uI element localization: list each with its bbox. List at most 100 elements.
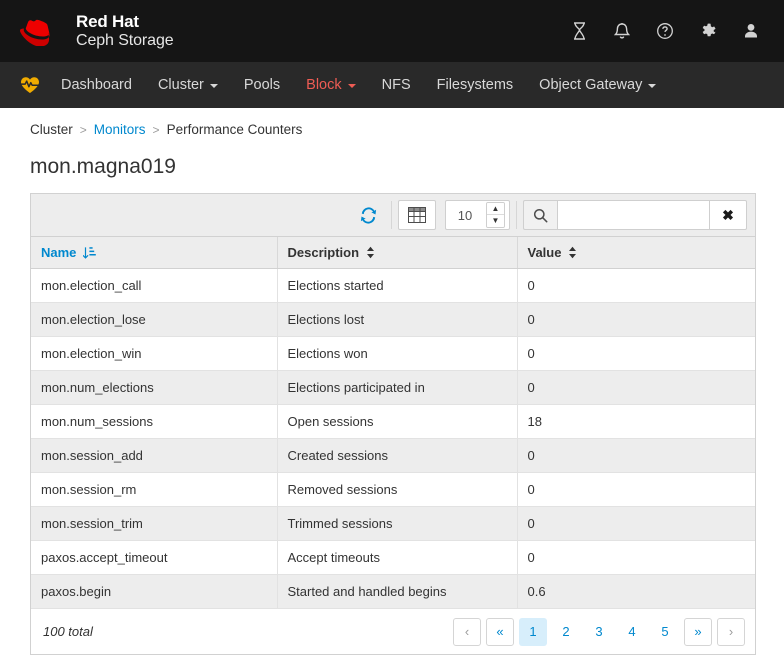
notifications-icon[interactable]	[611, 20, 633, 42]
nav-item-label: Block	[306, 77, 342, 93]
performance-counters-panel: ▲ ▼ ✖	[30, 193, 756, 655]
cell-name: mon.session_trim	[31, 506, 278, 541]
table-row[interactable]: mon.session_trim Trimmed sessions 0	[31, 506, 755, 541]
cell-description: Removed sessions	[277, 472, 518, 507]
search-box: ✖	[523, 200, 747, 230]
chevron-down-icon	[347, 84, 356, 88]
help-icon[interactable]	[654, 20, 676, 42]
red-hat-fedora-logo-icon	[20, 19, 50, 46]
pagination: ‹ « 1 2 3 4 5 » ›	[453, 617, 745, 646]
cell-name: mon.num_sessions	[31, 404, 278, 439]
table-row[interactable]: mon.num_sessions Open sessions 18	[31, 404, 755, 439]
nav-item-filesystems[interactable]: Filesystems	[424, 62, 527, 108]
pager-page-2[interactable]: 2	[552, 617, 580, 646]
page-size-spinner: ▲ ▼	[486, 202, 505, 228]
table-header-row: Name Description Value	[31, 237, 755, 269]
cell-value: 0	[517, 302, 755, 337]
pager-page-4[interactable]: 4	[618, 617, 646, 646]
masthead: Red Hat Ceph Storage	[0, 0, 784, 62]
cell-description: Trimmed sessions	[277, 506, 518, 541]
nav-item-block[interactable]: Block	[293, 62, 368, 108]
total-count-label: 100 total	[43, 624, 93, 639]
chevron-down-icon	[209, 84, 218, 88]
brand-text: Red Hat Ceph Storage	[76, 12, 174, 49]
chevron-up-icon[interactable]: ▲	[487, 203, 504, 215]
search-input[interactable]	[557, 200, 709, 230]
sort-ascending-icon	[83, 246, 97, 259]
cell-value: 0.6	[517, 574, 755, 609]
pager-page-1[interactable]: 1	[519, 617, 547, 646]
table-row[interactable]: mon.num_elections Elections participated…	[31, 370, 755, 405]
refresh-button[interactable]	[351, 200, 385, 230]
main-navigation: Dashboard Cluster Pools Block NFS Filesy…	[0, 62, 784, 108]
pager-next[interactable]: ›	[717, 617, 745, 646]
column-header-description[interactable]: Description	[277, 237, 518, 269]
gear-icon[interactable]	[697, 20, 719, 42]
nav-item-label: Filesystems	[436, 77, 514, 93]
cell-value: 0	[517, 370, 755, 405]
table-row[interactable]: paxos.begin Started and handled begins 0…	[31, 574, 755, 609]
pager-last[interactable]: »	[684, 617, 712, 646]
cell-description: Created sessions	[277, 438, 518, 473]
brand-line-1: Red Hat	[76, 12, 139, 32]
nav-health-indicator[interactable]	[20, 62, 48, 108]
table-row[interactable]: mon.session_add Created sessions 0	[31, 438, 755, 473]
column-header-name[interactable]: Name	[31, 237, 278, 269]
chevron-down-icon	[648, 84, 657, 88]
table-columns-icon	[408, 207, 426, 223]
cell-value: 18	[517, 404, 755, 439]
column-header-value[interactable]: Value	[517, 237, 755, 269]
table-row[interactable]: mon.session_rm Removed sessions 0	[31, 472, 755, 507]
page-size-stepper[interactable]: ▲ ▼	[445, 200, 510, 230]
cell-description: Elections started	[277, 268, 518, 303]
table-toolbar: ▲ ▼ ✖	[31, 194, 755, 237]
table-row[interactable]: mon.election_win Elections won 0	[31, 336, 755, 371]
pager-page-3[interactable]: 3	[585, 617, 613, 646]
toolbar-divider	[391, 201, 392, 229]
breadcrumb: Cluster > Monitors > Performance Counter…	[0, 108, 784, 137]
cell-value: 0	[517, 506, 755, 541]
brand-logo[interactable]: Red Hat Ceph Storage	[20, 12, 174, 49]
nav-item-label: Dashboard	[61, 77, 132, 93]
column-selector-button[interactable]	[398, 200, 436, 230]
page-size-input[interactable]	[446, 207, 484, 223]
brand-line-2: Ceph Storage	[76, 31, 174, 49]
nav-item-label: Cluster	[157, 77, 204, 93]
page-title: mon.magna019	[30, 155, 176, 178]
breadcrumb-separator: >	[152, 122, 160, 137]
toolbar-columns-group	[398, 194, 449, 237]
pager-page-5[interactable]: 5	[651, 617, 679, 646]
table-row[interactable]: paxos.accept_timeout Accept timeouts 0	[31, 540, 755, 575]
cell-name: paxos.accept_timeout	[31, 540, 278, 575]
breadcrumb-item-performance-counters: Performance Counters	[166, 122, 303, 137]
table-row[interactable]: mon.election_lose Elections lost 0	[31, 302, 755, 337]
breadcrumb-separator: >	[79, 122, 87, 137]
pager-first[interactable]: «	[486, 617, 514, 646]
user-icon[interactable]	[740, 20, 762, 42]
table-head: Name Description Value	[31, 237, 755, 269]
refresh-icon	[360, 206, 376, 224]
performance-counters-table: Name Description Value mon.election_call…	[31, 237, 755, 609]
nav-item-object-gateway[interactable]: Object Gateway	[526, 62, 669, 108]
clear-search-button[interactable]: ✖	[709, 200, 747, 230]
nav-item-nfs[interactable]: NFS	[369, 62, 424, 108]
cell-description: Started and handled begins	[277, 574, 518, 609]
pager-prev[interactable]: ‹	[453, 617, 481, 646]
heartbeat-icon	[20, 77, 40, 93]
chevron-down-icon[interactable]: ▼	[487, 215, 504, 227]
toolbar-refresh-group	[351, 194, 398, 237]
table-row[interactable]: mon.election_call Elections started 0	[31, 268, 755, 303]
breadcrumb-item-monitors[interactable]: Monitors	[94, 122, 146, 137]
nav-item-dashboard[interactable]: Dashboard	[48, 62, 145, 108]
cell-value: 0	[517, 472, 755, 507]
sort-toggle-icon	[568, 246, 577, 259]
nav-item-pools[interactable]: Pools	[231, 62, 293, 108]
toolbar-divider	[516, 201, 517, 229]
cell-description: Elections participated in	[277, 370, 518, 405]
nav-item-label: Pools	[243, 77, 281, 93]
nav-item-cluster[interactable]: Cluster	[145, 62, 231, 108]
tasks-icon[interactable]	[568, 20, 590, 42]
column-header-label: Value	[527, 245, 562, 260]
cell-name: mon.election_call	[31, 268, 278, 303]
toolbar-search-group: ✖	[523, 194, 747, 237]
